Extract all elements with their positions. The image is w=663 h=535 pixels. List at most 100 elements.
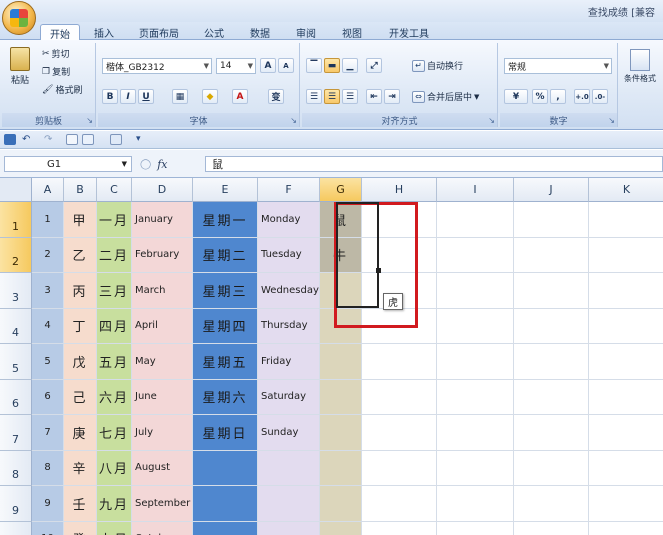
- font-name-select[interactable]: 楷体_GB2312 ▼: [102, 58, 212, 74]
- increase-decimal-button[interactable]: +.0: [574, 89, 590, 104]
- cell-c1[interactable]: 一月: [97, 202, 132, 238]
- save-icon[interactable]: [4, 134, 16, 145]
- orientation-button[interactable]: ⤢: [366, 58, 382, 73]
- comma-button[interactable]: ,: [550, 89, 566, 104]
- tab-formulas[interactable]: 公式: [194, 24, 234, 40]
- undo-icon[interactable]: ↶: [22, 134, 34, 145]
- cell-d6[interactable]: June: [132, 379, 193, 415]
- row-header-7[interactable]: 7: [0, 415, 32, 451]
- paste-button[interactable]: 粘贴: [6, 47, 34, 86]
- cell-e5[interactable]: 星期五: [193, 344, 258, 380]
- cell-i6[interactable]: [437, 379, 514, 415]
- cell-b5[interactable]: 戊: [64, 344, 97, 380]
- cell-j5[interactable]: [514, 344, 589, 380]
- cell-a4[interactable]: 4: [32, 308, 64, 344]
- cell-j3[interactable]: [514, 273, 589, 309]
- cell-f4[interactable]: Thursday: [258, 308, 320, 344]
- accounting-format-button[interactable]: ¥: [504, 89, 528, 104]
- cell-b2[interactable]: 乙: [64, 237, 97, 273]
- cell-j4[interactable]: [514, 308, 589, 344]
- cell-j1[interactable]: [514, 202, 589, 238]
- cell-b9[interactable]: 壬: [64, 486, 97, 522]
- office-button[interactable]: [2, 1, 36, 35]
- cell-k8[interactable]: [589, 450, 663, 486]
- tab-home[interactable]: 开始: [40, 24, 80, 41]
- cell-g5[interactable]: [320, 344, 362, 380]
- font-size-select[interactable]: 14 ▼: [216, 58, 256, 74]
- cell-f1[interactable]: Monday: [258, 202, 320, 238]
- cell-a10[interactable]: 10: [32, 521, 64, 535]
- cell-a9[interactable]: 9: [32, 486, 64, 522]
- cell-c5[interactable]: 五月: [97, 344, 132, 380]
- align-left-button[interactable]: ☰: [306, 89, 322, 104]
- cell-g9[interactable]: [320, 486, 362, 522]
- cell-g10[interactable]: [320, 521, 362, 535]
- row-header-3[interactable]: 3: [0, 273, 32, 309]
- cell-k3[interactable]: [589, 273, 663, 309]
- worksheet-grid[interactable]: ABCDEFGHIJK 12345678910 1甲一月January星期一Mo…: [0, 178, 663, 535]
- align-right-button[interactable]: ☰: [342, 89, 358, 104]
- cell-k4[interactable]: [589, 308, 663, 344]
- align-middle-button[interactable]: ▬: [324, 58, 340, 73]
- column-header-f[interactable]: F: [258, 178, 320, 202]
- row-header-8[interactable]: 8: [0, 450, 32, 486]
- fill-handle[interactable]: [376, 268, 381, 273]
- cell-c9[interactable]: 九月: [97, 486, 132, 522]
- cell-b8[interactable]: 辛: [64, 450, 97, 486]
- cell-d8[interactable]: August: [132, 450, 193, 486]
- cell-i3[interactable]: [437, 273, 514, 309]
- column-header-h[interactable]: H: [362, 178, 437, 202]
- dialog-launcher-icon[interactable]: ↘: [608, 116, 615, 125]
- cell-e2[interactable]: 星期二: [193, 237, 258, 273]
- copy-button[interactable]: ❐ 复制: [42, 65, 70, 79]
- cell-g7[interactable]: [320, 415, 362, 451]
- cell-e9[interactable]: [193, 486, 258, 522]
- cell-b10[interactable]: 癸: [64, 521, 97, 535]
- shrink-font-button[interactable]: A: [278, 58, 294, 73]
- cell-b7[interactable]: 庚: [64, 415, 97, 451]
- column-header-d[interactable]: D: [132, 178, 193, 202]
- customize-toolbar-icon[interactable]: ▾: [136, 134, 148, 145]
- column-header-a[interactable]: A: [32, 178, 64, 202]
- redo-icon[interactable]: ↷: [44, 134, 56, 145]
- cell-i10[interactable]: [437, 521, 514, 535]
- align-center-button[interactable]: ☰: [324, 89, 340, 104]
- tab-insert[interactable]: 插入: [84, 24, 124, 40]
- cell-f9[interactable]: [258, 486, 320, 522]
- dialog-launcher-icon[interactable]: ↘: [488, 116, 495, 125]
- select-all-button[interactable]: [0, 178, 32, 202]
- column-header-k[interactable]: K: [589, 178, 663, 202]
- column-header-j[interactable]: J: [514, 178, 589, 202]
- cell-c8[interactable]: 八月: [97, 450, 132, 486]
- cell-g4[interactable]: [320, 308, 362, 344]
- cell-i2[interactable]: [437, 237, 514, 273]
- cell-c4[interactable]: 四月: [97, 308, 132, 344]
- cell-d9[interactable]: September: [132, 486, 193, 522]
- bold-button[interactable]: B: [102, 89, 118, 104]
- cell-e7[interactable]: 星期日: [193, 415, 258, 451]
- cell-k6[interactable]: [589, 379, 663, 415]
- increase-indent-button[interactable]: ⇥: [384, 89, 400, 104]
- tab-page-layout[interactable]: 页面布局: [128, 24, 190, 40]
- cell-c2[interactable]: 二月: [97, 237, 132, 273]
- cell-h10[interactable]: [362, 521, 437, 535]
- percent-button[interactable]: %: [532, 89, 548, 104]
- spelling-icon[interactable]: [110, 134, 122, 145]
- dialog-launcher-icon[interactable]: ↘: [290, 116, 297, 125]
- dialog-launcher-icon[interactable]: ↘: [86, 116, 93, 125]
- quick-print-icon[interactable]: [82, 134, 94, 145]
- cell-e1[interactable]: 星期一: [193, 202, 258, 238]
- cell-h8[interactable]: [362, 450, 437, 486]
- cell-h5[interactable]: [362, 344, 437, 380]
- wrap-text-button[interactable]: ↵ 自动换行: [412, 59, 463, 72]
- cell-f8[interactable]: [258, 450, 320, 486]
- cell-b1[interactable]: 甲: [64, 202, 97, 238]
- decrease-decimal-button[interactable]: .0-: [592, 89, 608, 104]
- cell-j10[interactable]: [514, 521, 589, 535]
- cell-k7[interactable]: [589, 415, 663, 451]
- cell-a2[interactable]: 2: [32, 237, 64, 273]
- cell-a3[interactable]: 3: [32, 273, 64, 309]
- cell-k5[interactable]: [589, 344, 663, 380]
- cell-k10[interactable]: [589, 521, 663, 535]
- tab-data[interactable]: 数据: [240, 24, 280, 40]
